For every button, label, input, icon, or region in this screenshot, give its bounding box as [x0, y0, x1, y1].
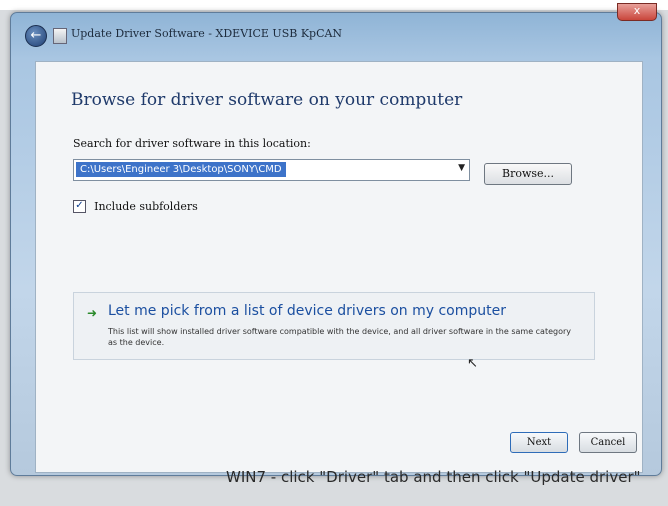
include-subfolders-label: Include subfolders [94, 200, 198, 213]
wizard-content: Browse for driver software on your compu… [35, 61, 643, 473]
include-subfolders-checkbox[interactable]: ✓ [73, 200, 86, 213]
path-input-value[interactable]: C:\Users\Engineer 3\Desktop\SONY\CMD [76, 162, 286, 177]
chevron-down-icon[interactable]: ▼ [458, 163, 465, 173]
cancel-button[interactable]: Cancel [579, 432, 637, 453]
instruction-caption: WIN7 - click "Driver" tab and then click… [226, 468, 641, 486]
green-arrow-icon: ➜ [87, 306, 98, 320]
search-location-label: Search for driver software in this locat… [73, 137, 311, 150]
page-title: Browse for driver software on your compu… [71, 90, 463, 110]
browse-button[interactable]: Browse... [484, 163, 572, 185]
close-button[interactable]: x [617, 3, 657, 21]
mouse-pointer-icon: ↖ [467, 356, 478, 371]
top-strip [0, 0, 668, 10]
pick-from-list-option[interactable]: ➜ Let me pick from a list of device driv… [73, 292, 595, 360]
include-subfolders-option[interactable]: ✓ Include subfolders [73, 196, 198, 213]
pick-from-list-description: This list will show installed driver sof… [108, 327, 572, 347]
next-button[interactable]: Next [510, 432, 568, 453]
update-driver-window: x ← Update Driver Software - XDEVICE USB… [10, 3, 662, 476]
window-title: Update Driver Software - XDEVICE USB KpC… [71, 27, 343, 40]
back-arrow-icon[interactable]: ← [25, 25, 47, 47]
pick-from-list-title[interactable]: Let me pick from a list of device driver… [108, 303, 506, 319]
path-combobox[interactable]: C:\Users\Engineer 3\Desktop\SONY\CMD ▼ [73, 159, 470, 181]
device-icon [53, 28, 67, 44]
top-headline-fragment [152, 0, 512, 10]
